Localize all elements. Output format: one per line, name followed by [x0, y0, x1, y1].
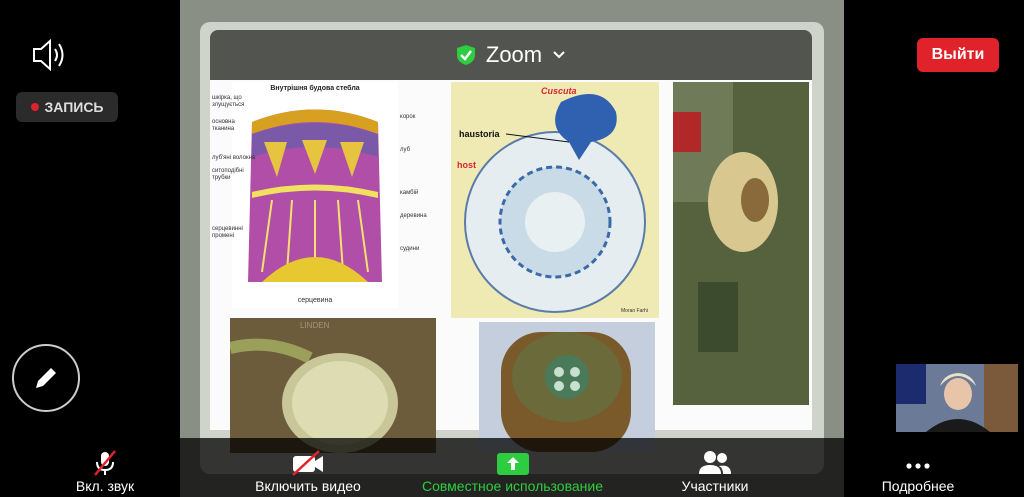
cuscuta-title: Cuscuta	[541, 86, 577, 96]
meeting-title-bar[interactable]: Zoom	[210, 30, 812, 80]
pencil-icon	[36, 368, 56, 388]
share-screen-icon	[496, 453, 529, 475]
stem-label: деревина	[400, 213, 427, 219]
stem-label: серцевинні промені	[212, 226, 243, 239]
participants-button[interactable]: Участники	[660, 438, 770, 497]
recording-badge: ЗАПИСЬ	[16, 92, 118, 122]
stem-structure-diagram: Внутрішня будова стебла серцевина	[232, 82, 398, 308]
audio-label: Вкл. звук	[75, 478, 135, 494]
video-label: Включить видео	[255, 478, 361, 494]
shield-check-icon	[456, 45, 475, 65]
tree-cut-photo	[673, 82, 809, 405]
stem-label: шкірка, що злущується	[212, 95, 245, 108]
annotate-button[interactable]	[12, 344, 80, 412]
haustoria-label: haustoria	[459, 129, 501, 139]
more-button[interactable]: Подробнее	[868, 438, 968, 497]
host-label: host	[457, 160, 476, 170]
stem-left-labels: шкірка, що злущується основна тканина лу…	[212, 95, 256, 240]
video-button[interactable]: Включить видео	[238, 438, 378, 497]
leave-meeting-button[interactable]: Выйти	[917, 38, 999, 72]
share-screen-button[interactable]: Совместное использование	[405, 438, 620, 497]
stem-section-photo	[479, 322, 655, 452]
stem-label: ситоподібні трубки	[212, 168, 244, 181]
meeting-title: Zoom	[485, 42, 543, 67]
more-label: Подробнее	[881, 478, 955, 494]
watermark: LINDEN	[300, 321, 330, 330]
mic-muted-icon	[94, 450, 116, 476]
recording-label: ЗАПИСЬ	[44, 99, 104, 115]
cuscuta-micrograph: Cuscuta haustoria host Moran Farhi	[451, 82, 659, 318]
more-dots-icon	[906, 463, 930, 469]
stem-label: камбій	[400, 190, 419, 196]
participants-icon	[699, 451, 731, 474]
audio-button[interactable]: Вкл. звук	[55, 438, 155, 497]
speaker-icon[interactable]	[28, 38, 68, 77]
self-video-thumbnail[interactable]	[896, 364, 1018, 432]
stem-right-labels: корок луб камбій деревина судини	[400, 114, 444, 253]
stem-title: Внутрішня будова стебла	[270, 84, 359, 92]
stem-label: луб	[400, 147, 411, 153]
stem-label: корок	[400, 114, 416, 120]
chevron-down-icon[interactable]	[552, 50, 566, 60]
recording-dot-icon	[30, 103, 39, 111]
stem-label: луб'яні волокна	[212, 155, 256, 161]
share-label: Совместное использование	[422, 478, 603, 494]
credit-label: Moran Farhi	[621, 308, 648, 314]
branch-cross-section-photo: LINDEN	[230, 318, 436, 453]
participants-label: Участники	[681, 478, 749, 494]
stem-bottom-label: серцевина	[298, 297, 333, 304]
stem-label: основна тканина	[212, 119, 235, 132]
video-off-icon	[292, 450, 323, 476]
stem-label: судини	[400, 246, 420, 252]
